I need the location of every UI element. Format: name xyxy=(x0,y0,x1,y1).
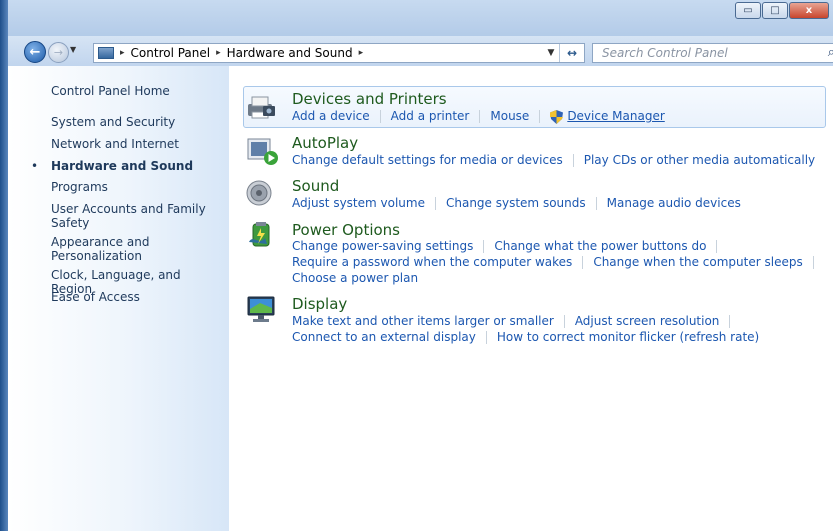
divider xyxy=(812,256,814,269)
window-frame-edge xyxy=(0,0,8,531)
sidebar-item-control-panel-home[interactable]: Control Panel Home xyxy=(51,84,221,98)
magnifier-icon[interactable]: ⌕ xyxy=(828,45,833,60)
admin-shield-icon xyxy=(550,109,564,124)
divider xyxy=(716,240,718,253)
power-links-row-1: Change power-saving settings Change what… xyxy=(292,239,727,254)
close-button[interactable]: x xyxy=(789,2,829,19)
divider xyxy=(729,315,731,328)
control-panel-window: ▭ □ x ← → ▼ ▸ Control Panel ▸ Hardware a… xyxy=(0,0,833,531)
sidebar: Control Panel Home System and Security N… xyxy=(8,66,229,531)
link-adjust-system-volume[interactable]: Adjust system volume xyxy=(292,196,425,211)
link-change-power-saving-settings[interactable]: Change power-saving settings xyxy=(292,239,473,254)
link-adjust-screen-resolution[interactable]: Adjust screen resolution xyxy=(575,314,720,329)
category-title-autoplay[interactable]: AutoPlay xyxy=(292,134,358,152)
sidebar-item-system-and-security[interactable]: System and Security xyxy=(51,115,221,129)
divider xyxy=(563,315,565,328)
link-add-printer[interactable]: Add a printer xyxy=(391,109,470,124)
link-mouse[interactable]: Mouse xyxy=(490,109,529,124)
maximize-button[interactable]: □ xyxy=(762,2,788,19)
divider xyxy=(379,110,381,123)
forward-button[interactable]: → xyxy=(48,42,69,63)
crumb-separator-icon[interactable]: ▸ xyxy=(216,48,221,58)
category-title-power-options[interactable]: Power Options xyxy=(292,221,400,239)
printer-icon xyxy=(248,96,275,119)
main-content: Devices and Printers Add a device Add a … xyxy=(229,66,833,531)
speaker-icon xyxy=(246,180,272,206)
active-bullet: • xyxy=(31,159,39,173)
link-add-device[interactable]: Add a device xyxy=(292,109,370,124)
window-controls: ▭ □ x xyxy=(734,2,829,19)
divider xyxy=(479,110,481,123)
crumb-separator-icon[interactable]: ▸ xyxy=(359,48,364,58)
title-bar[interactable]: ▭ □ x xyxy=(0,0,833,36)
link-change-sleep-time[interactable]: Change when the computer sleeps xyxy=(593,255,802,270)
address-controls: ▼ ↔ xyxy=(543,44,584,62)
autoplay-icon xyxy=(247,138,278,165)
monitor-icon xyxy=(247,296,275,322)
crumb-separator-icon[interactable]: ▸ xyxy=(120,48,125,58)
link-device-manager[interactable]: Device Manager xyxy=(567,109,664,124)
recent-pages-dropdown[interactable]: ▼ xyxy=(70,45,76,54)
breadcrumb-hardware-and-sound[interactable]: Hardware and Sound xyxy=(227,46,353,60)
link-change-system-sounds[interactable]: Change system sounds xyxy=(446,196,586,211)
display-links-row-2: Connect to an external display How to co… xyxy=(292,330,759,345)
category-title-devices-printers[interactable]: Devices and Printers xyxy=(292,90,447,108)
address-dropdown-icon[interactable]: ▼ xyxy=(543,48,559,58)
divider xyxy=(434,197,436,210)
search-placeholder: Search Control Panel xyxy=(602,46,728,60)
category-title-display[interactable]: Display xyxy=(292,295,347,313)
link-choose-power-plan[interactable]: Choose a power plan xyxy=(292,271,418,286)
divider xyxy=(582,256,584,269)
link-change-power-buttons[interactable]: Change what the power buttons do xyxy=(494,239,706,254)
link-manage-audio-devices[interactable]: Manage audio devices xyxy=(607,196,741,211)
search-input[interactable]: Search Control Panel ⌕ xyxy=(592,43,833,63)
minimize-button[interactable]: ▭ xyxy=(735,2,761,19)
control-panel-icon xyxy=(98,47,114,59)
power-icon xyxy=(249,222,270,247)
sidebar-item-user-accounts[interactable]: User Accounts and Family Safety xyxy=(51,202,206,230)
link-connect-external-display[interactable]: Connect to an external display xyxy=(292,330,476,345)
power-links-row-2: Require a password when the computer wak… xyxy=(292,255,824,270)
display-links-row-1: Make text and other items larger or smal… xyxy=(292,314,740,329)
power-links-row-3: Choose a power plan xyxy=(292,271,418,286)
breadcrumb-control-panel[interactable]: Control Panel xyxy=(131,46,211,60)
devices-printers-links: Add a device Add a printer Mouse Device … xyxy=(292,109,665,124)
address-bar[interactable]: ▸ Control Panel ▸ Hardware and Sound ▸ ▼… xyxy=(93,43,585,63)
divider xyxy=(539,110,541,123)
category-title-sound[interactable]: Sound xyxy=(292,177,339,195)
divider xyxy=(483,240,485,253)
sound-links: Adjust system volume Change system sound… xyxy=(292,196,741,211)
sidebar-item-programs[interactable]: Programs xyxy=(51,180,221,194)
link-monitor-flicker[interactable]: How to correct monitor flicker (refresh … xyxy=(497,330,759,345)
link-change-default-media-settings[interactable]: Change default settings for media or dev… xyxy=(292,153,563,168)
link-make-text-larger[interactable]: Make text and other items larger or smal… xyxy=(292,314,554,329)
sidebar-item-hardware-and-sound: Hardware and Sound xyxy=(51,159,194,173)
link-require-password-on-wake[interactable]: Require a password when the computer wak… xyxy=(292,255,572,270)
sidebar-item-appearance[interactable]: Appearance and Personalization xyxy=(51,235,171,263)
autoplay-links: Change default settings for media or dev… xyxy=(292,153,815,168)
divider xyxy=(485,331,487,344)
divider xyxy=(595,197,597,210)
refresh-icon[interactable]: ↔ xyxy=(559,44,584,62)
divider xyxy=(572,154,574,167)
sidebar-item-network-and-internet[interactable]: Network and Internet xyxy=(51,137,221,151)
back-button[interactable]: ← xyxy=(24,41,46,63)
link-play-cds-automatically[interactable]: Play CDs or other media automatically xyxy=(584,153,815,168)
navigation-bar: ← → ▼ ▸ Control Panel ▸ Hardware and Sou… xyxy=(8,36,833,66)
sidebar-item-ease-of-access[interactable]: Ease of Access xyxy=(51,290,221,304)
